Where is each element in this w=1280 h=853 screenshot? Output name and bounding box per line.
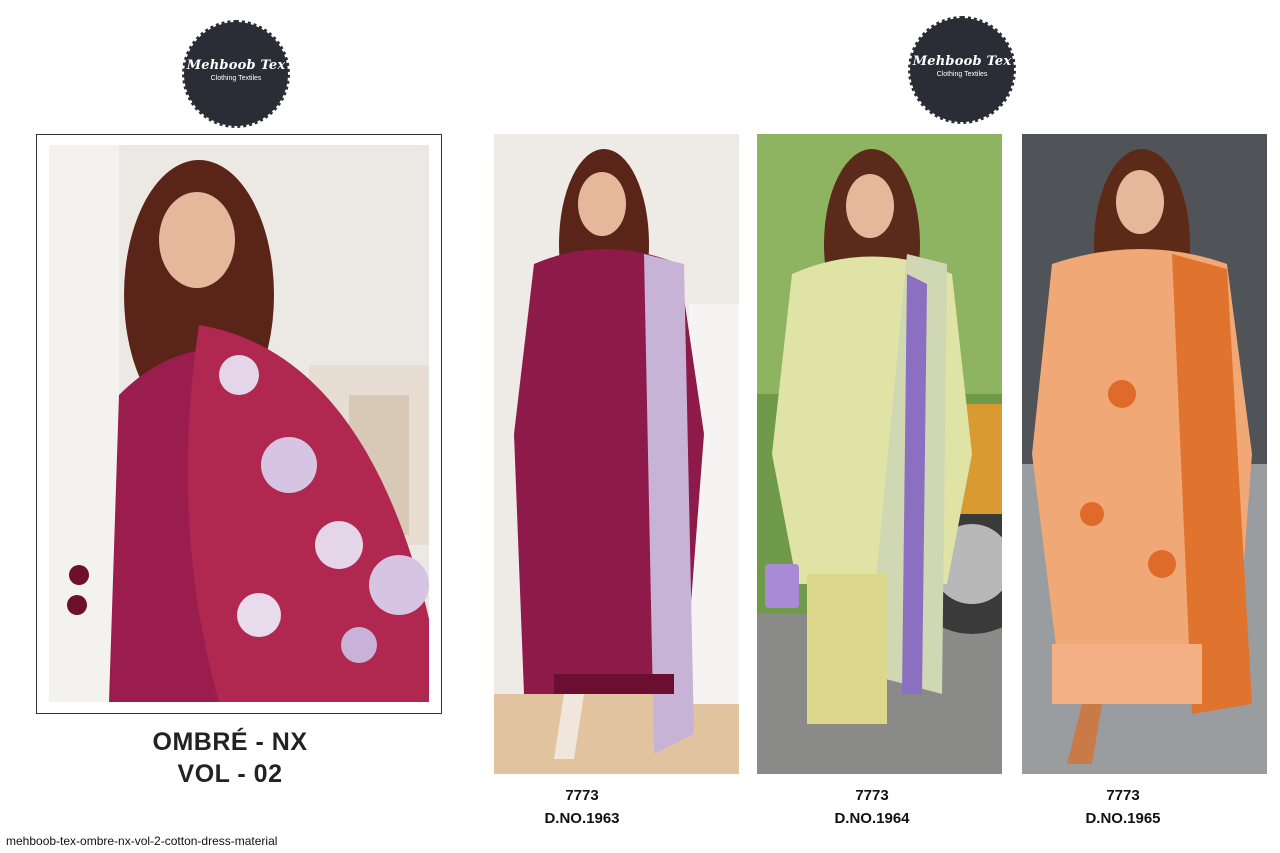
product-code: 7773 bbox=[1106, 787, 1140, 804]
hero-photo bbox=[49, 145, 429, 702]
brand-logo: Mehboob Tex Clothing Textiles bbox=[182, 20, 290, 128]
product-photo-1965 bbox=[1022, 134, 1267, 774]
logo-tagline: Clothing Textiles bbox=[936, 71, 988, 78]
filename-caption: mehboob-tex-ombre-nx-vol-2-cotton-dress-… bbox=[6, 834, 278, 848]
logo-brand-text: Mehboob Tex bbox=[186, 58, 286, 73]
product-photo-1964 bbox=[757, 134, 1002, 774]
product-design-no: D.NO.1963 bbox=[544, 810, 620, 827]
brand-logo: Mehboob Tex Clothing Textiles bbox=[908, 16, 1016, 124]
product-design-no: D.NO.1965 bbox=[1085, 810, 1161, 827]
catalog-title-line2: VOL - 02 bbox=[177, 760, 283, 788]
hero-photo-frame bbox=[36, 134, 442, 714]
product-code: 7773 bbox=[565, 787, 599, 804]
logo-brand-text: Mehboob Tex bbox=[912, 54, 1012, 69]
product-code: 7773 bbox=[855, 787, 889, 804]
product-design-no: D.NO.1964 bbox=[834, 810, 910, 827]
catalog-title-line1: OMBRÉ - NX bbox=[152, 728, 308, 756]
product-photo-1963 bbox=[494, 134, 739, 774]
logo-tagline: Clothing Textiles bbox=[210, 75, 262, 82]
